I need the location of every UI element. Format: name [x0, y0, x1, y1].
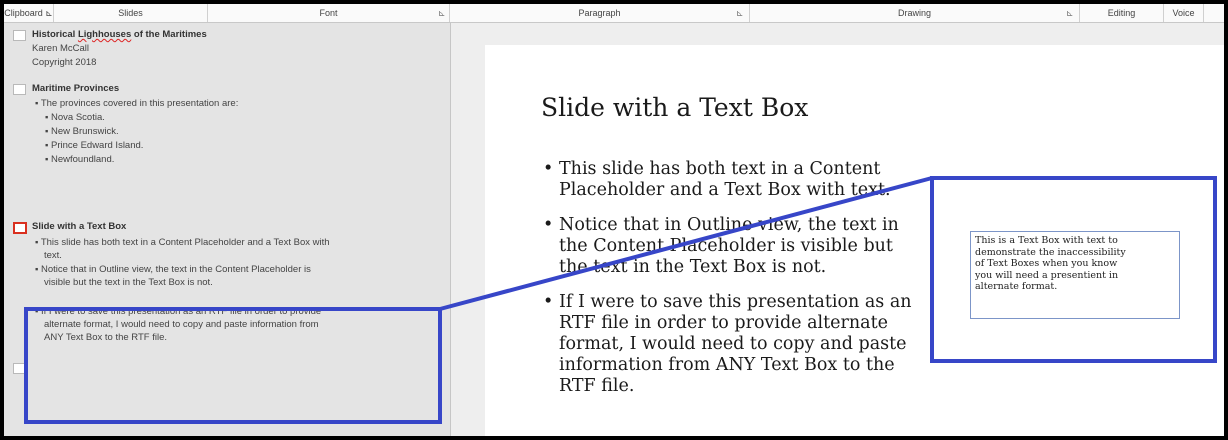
connector-line: [439, 176, 933, 311]
callout-connector-line: [439, 176, 933, 311]
